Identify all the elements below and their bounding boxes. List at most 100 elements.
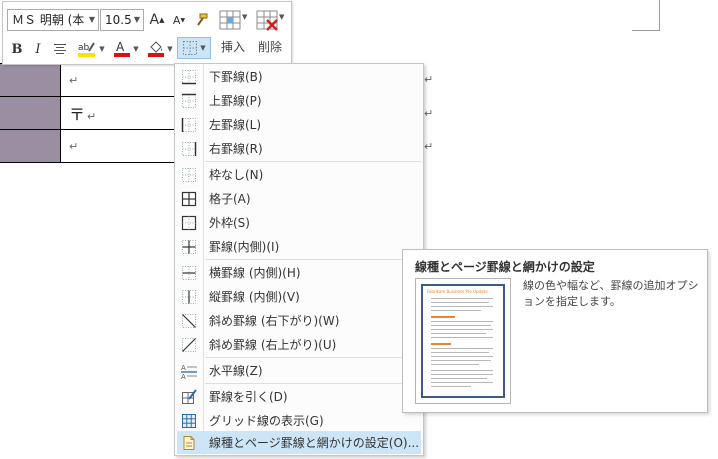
menu-item-diagonal-down[interactable]: 斜め罫線 (右下がり)(W) (177, 309, 421, 332)
menu-item-bottom-border[interactable]: 下罫線(B) (177, 65, 421, 88)
chevron-down-icon: ▼ (99, 45, 105, 53)
table-row: ↵ (0, 129, 179, 163)
menu-item-inside-vertical[interactable]: 縦罫線 (内側)(V) (177, 285, 421, 308)
menu-item-label: 外枠(S) (209, 216, 250, 230)
menu-separator (205, 383, 421, 384)
borders-menu: 下罫線(B) 上罫線(P) 左罫線(L) 右罫線(R) 枠なし(N) 格子(A)… (174, 63, 424, 456)
menu-item-label: 斜め罫線 (右下がり)(W) (209, 314, 340, 328)
paragraph-mark: ↵ (69, 139, 79, 153)
border-right-icon (179, 139, 199, 159)
shaded-cell[interactable] (0, 96, 61, 130)
font-name-value: ＭＳ 明朝 (本 (12, 13, 85, 27)
tooltip-title: 線種とページ罫線と網かけの設定 (415, 260, 595, 274)
table-row: 〒 ↵ (0, 96, 179, 130)
row-end-mark: ↵ (424, 107, 434, 120)
menu-item-left-border[interactable]: 左罫線(L) (177, 113, 421, 136)
diagonal-down-icon (179, 311, 199, 331)
border-top-icon (179, 91, 199, 111)
format-painter-button[interactable] (191, 9, 211, 31)
no-border-icon (179, 165, 199, 185)
border-left-icon (179, 115, 199, 135)
svg-text:A: A (181, 373, 186, 379)
menu-item-borders-shading[interactable]: 線種とページ罫線と網かけの設定(O)... (177, 431, 421, 454)
menu-item-label: 左罫線(L) (209, 118, 262, 132)
highlighter-icon: ab (78, 42, 96, 57)
preview-page-border: Fabrikam Business Pro Update (421, 284, 505, 398)
insert-label: 挿入 (220, 40, 245, 54)
preview-heading: Fabrikam Business Pro Update (427, 289, 488, 294)
caret-up-icon: ▲ (159, 16, 165, 24)
mini-toolbar: ＭＳ 明朝 (本 ▼ 10.5 ▼ A ▲ A ▼ ▼ 挿入 ▼ 削除 B I … (2, 1, 292, 65)
menu-item-label: 右罫線(R) (209, 142, 263, 156)
menu-item-label: 水平線(Z) (209, 364, 263, 378)
menu-separator (205, 357, 421, 358)
shrink-font-button[interactable]: A ▼ (170, 9, 188, 31)
menu-item-diagonal-up[interactable]: 斜め罫線 (右上がり)(U) (177, 333, 421, 356)
borders-icon (183, 41, 198, 55)
paragraph-mark: ↵ (69, 73, 79, 87)
svg-text:A: A (116, 40, 125, 54)
borders-shading-icon (179, 433, 199, 453)
shading-button[interactable]: ▼ (145, 38, 175, 60)
inside-borders-icon (179, 237, 199, 257)
center-align-button[interactable] (51, 38, 69, 60)
caret-down-icon: ▼ (180, 16, 186, 24)
table-cell[interactable]: 〒 ↵ (60, 96, 179, 130)
delete-button[interactable]: ▼ 削除 (252, 9, 288, 55)
menu-item-view-gridlines[interactable]: グリッド線の表示(G) (177, 409, 421, 432)
menu-item-label: 縦罫線 (内側)(V) (209, 290, 300, 304)
draw-table-icon (179, 387, 199, 407)
menu-item-outside-borders[interactable]: 外枠(S) (177, 211, 421, 234)
menu-item-inside-horizontal[interactable]: 横罫線 (内側)(H) (177, 261, 421, 284)
shaded-cell[interactable] (0, 63, 61, 97)
diagonal-up-icon (179, 335, 199, 355)
menu-separator (205, 259, 421, 260)
menu-item-label: 線種とページ罫線と網かけの設定(O)... (209, 436, 420, 450)
chevron-down-icon: ▼ (200, 44, 206, 52)
grow-font-icon: A (149, 12, 160, 28)
chevron-down-icon: ▼ (133, 45, 139, 53)
borders-button[interactable]: ▼ (177, 37, 211, 59)
paint-bucket-icon (148, 41, 165, 57)
menu-item-horizontal-line[interactable]: AA 水平線(Z) (177, 359, 421, 382)
menu-item-label: グリッド線の表示(G) (209, 414, 324, 428)
font-color-icon: A (114, 40, 131, 57)
menu-item-label: 斜め罫線 (右上がり)(U) (209, 338, 337, 352)
menu-item-all-borders[interactable]: 格子(A) (177, 187, 421, 210)
font-color-button[interactable]: A ▼ (111, 38, 141, 60)
grow-font-button[interactable]: A ▲ (148, 9, 166, 31)
delete-table-icon: ▼ (256, 10, 285, 31)
italic-button[interactable]: I (31, 38, 45, 60)
menu-item-right-border[interactable]: 右罫線(R) (177, 137, 421, 160)
format-painter-icon (197, 13, 208, 26)
insert-table-icon: ▼ (219, 10, 248, 30)
paragraph-mark: ↵ (87, 110, 97, 123)
chevron-down-icon: ▼ (167, 45, 173, 53)
svg-text:ab: ab (78, 43, 90, 53)
menu-item-top-border[interactable]: 上罫線(P) (177, 89, 421, 112)
svg-text:▼: ▼ (242, 13, 248, 21)
tooltip-description: 線の色や幅など、罫線の追加オプションを指定します。 (523, 279, 699, 308)
align-center-icon (54, 44, 66, 54)
table-cell[interactable]: ↵ (60, 129, 179, 163)
font-size-combo[interactable]: 10.5 ▼ (100, 9, 144, 31)
table-cell[interactable]: ↵ (60, 63, 179, 97)
menu-item-draw-table[interactable]: 罫線を引く(D) (177, 385, 421, 408)
menu-item-no-border[interactable]: 枠なし(N) (177, 163, 421, 186)
insert-button[interactable]: ▼ 挿入 (215, 9, 251, 55)
menu-item-inside-borders[interactable]: 罫線(内側)(I) (177, 235, 421, 258)
bold-button[interactable]: B (9, 38, 25, 60)
tooltip-preview-image: Fabrikam Business Pro Update (415, 278, 511, 404)
borders-shading-tooltip: 線種とページ罫線と網かけの設定 Fabrikam Business Pro Up… (402, 249, 708, 413)
font-name-combo[interactable]: ＭＳ 明朝 (本 ▼ (7, 9, 99, 31)
postal-mark: 〒 (69, 105, 86, 124)
outside-borders-icon (179, 213, 199, 233)
border-bottom-icon (179, 67, 199, 87)
highlight-button[interactable]: ab ▼ (75, 38, 107, 60)
shrink-font-icon: A (172, 13, 181, 27)
svg-text:▼: ▼ (279, 13, 285, 21)
page-margin-marker (632, 0, 660, 31)
shaded-cell[interactable] (0, 129, 61, 163)
menu-item-label: 枠なし(N) (209, 168, 264, 182)
menu-separator (205, 161, 421, 162)
